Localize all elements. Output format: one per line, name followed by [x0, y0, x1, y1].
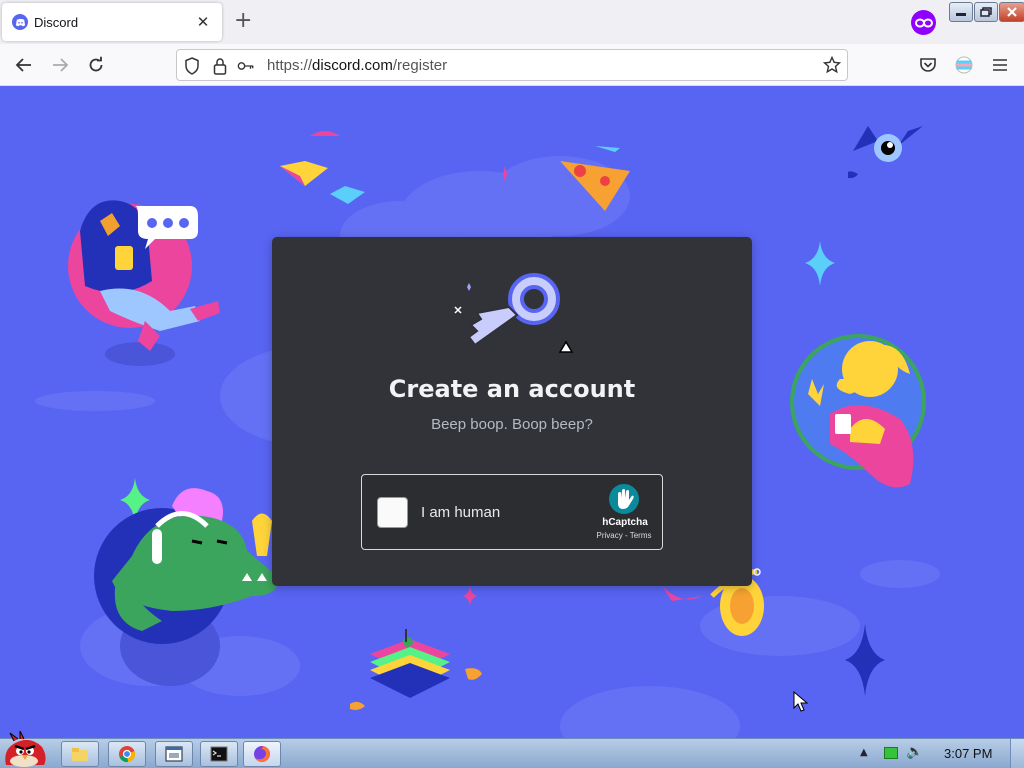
show-desktop-button[interactable] [1010, 739, 1024, 768]
navigation-toolbar: https://discord.com/register [0, 44, 1024, 86]
folder-icon [72, 748, 88, 761]
create-account-dialog: Create an account Beep boop. Boop beep? … [272, 237, 752, 586]
discord-favicon-icon [12, 14, 28, 30]
dialog-title: Create an account [388, 375, 636, 403]
tab-strip: Discord ✕ + [0, 0, 1024, 44]
shield-icon[interactable] [183, 57, 201, 75]
captcha-checkbox[interactable] [377, 497, 408, 528]
taskbar-explorer-button[interactable] [61, 741, 99, 767]
key-illustration-icon [454, 273, 574, 353]
tab-title: Discord [34, 14, 79, 30]
dialog-subtitle: Beep boop. Boop beep? [431, 416, 593, 433]
taskbar-app-button[interactable] [155, 741, 193, 767]
extension-icon[interactable] [952, 53, 976, 77]
close-window-button[interactable] [999, 2, 1024, 22]
green-creature-illustration [94, 488, 278, 644]
hcaptcha-widget: I am human hCaptcha Privacy - Terms [361, 474, 663, 550]
taskbar-chrome-button[interactable] [108, 741, 146, 767]
mouse-cursor-icon [793, 691, 809, 712]
private-browsing-icon [911, 10, 936, 35]
back-icon[interactable] [12, 53, 36, 77]
start-button-angry-bird-icon[interactable] [2, 731, 48, 768]
hcaptcha-brand: hCaptcha [602, 517, 648, 528]
tray-overflow-icon[interactable]: ▲ [860, 747, 868, 758]
terminal-icon [210, 746, 228, 762]
firefox-icon [254, 746, 270, 762]
taskbar-cmd-button[interactable] [200, 741, 238, 767]
forward-icon[interactable] [48, 53, 72, 77]
hcaptcha-logo-icon [609, 484, 639, 514]
minimize-button[interactable] [949, 2, 973, 22]
url-text[interactable]: https://discord.com/register [267, 57, 447, 74]
lock-icon[interactable] [211, 57, 229, 75]
captcha-label: I am human [421, 504, 501, 521]
volume-icon[interactable]: 🔈 [906, 744, 923, 760]
star-icon[interactable] [822, 55, 842, 79]
windows-taskbar: ▲ 🔈 3:07 PM [0, 731, 1024, 768]
pocket-icon[interactable] [916, 53, 940, 77]
character-illustration-left-top [68, 200, 220, 351]
floating-items-illustration [280, 131, 630, 211]
window-controls [948, 2, 1024, 22]
network-icon[interactable] [884, 747, 898, 759]
sparkle-decoration-dark [845, 624, 885, 696]
captcha-privacy-terms-links[interactable]: Privacy - Terms [584, 531, 664, 540]
restore-button[interactable] [974, 2, 998, 22]
sparkle-decoration-pink [463, 586, 477, 606]
character-illustration-right [790, 334, 926, 488]
chrome-icon [119, 746, 136, 763]
menu-icon[interactable] [988, 53, 1012, 77]
taskbar-clock[interactable]: 3:07 PM [944, 746, 992, 761]
taskbar-firefox-button[interactable] [243, 741, 281, 767]
bat-creature-illustration [848, 126, 923, 179]
sparkle-decoration [805, 241, 835, 286]
tab-discord[interactable]: Discord ✕ [2, 3, 222, 41]
key-icon[interactable] [237, 57, 255, 75]
sandwich-illustration [350, 629, 482, 710]
window-app-icon [165, 746, 183, 762]
new-tab-button[interactable]: + [234, 10, 252, 32]
reload-icon[interactable] [84, 53, 108, 77]
tab-close-icon[interactable]: ✕ [194, 13, 212, 31]
address-bar[interactable]: https://discord.com/register [176, 49, 848, 81]
